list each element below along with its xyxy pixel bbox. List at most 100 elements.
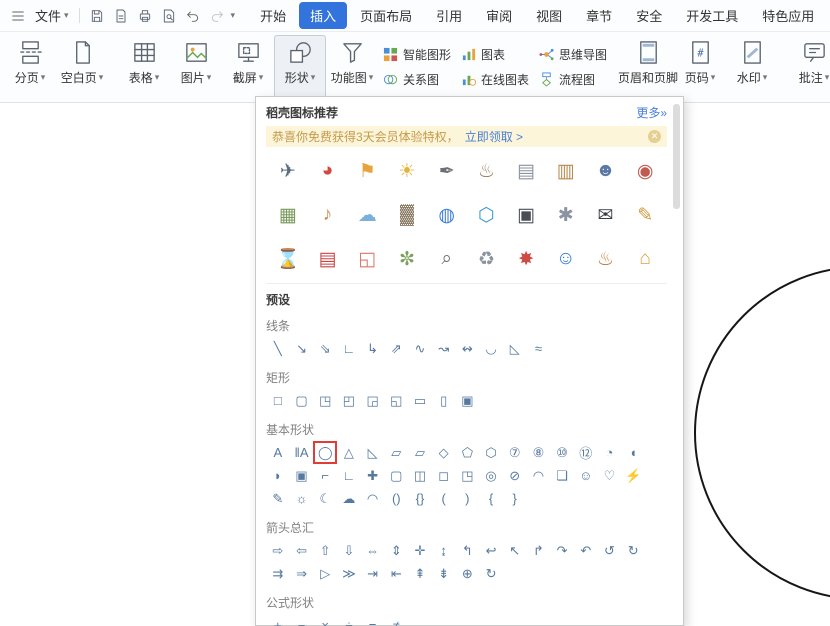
page-number-button[interactable]: #页码▾	[674, 35, 726, 99]
relationship-diagram-button[interactable]: 关系图	[383, 71, 451, 88]
comment-button[interactable]: 批注▾	[788, 35, 830, 99]
shape-multiply[interactable]: ×	[313, 614, 337, 626]
building-icon[interactable]: ▓	[387, 199, 427, 231]
panel-scrollbar[interactable]	[673, 100, 680, 622]
tab-review[interactable]: 审阅	[475, 2, 523, 29]
shape-round-diagonal-corner-rectangle[interactable]: ▣	[456, 389, 480, 412]
shape-lightning-bolt[interactable]: ⚡	[621, 464, 645, 487]
flower-icon[interactable]: ✼	[387, 243, 427, 275]
shape-cross[interactable]: ✚	[361, 464, 385, 487]
shape-curved-connector[interactable]: ∿	[408, 337, 432, 360]
hourglass-icon[interactable]: ⌛	[268, 243, 308, 275]
shape-down-arrow-callout[interactable]: ⇟	[432, 562, 456, 585]
shape-text-box[interactable]: A	[266, 441, 290, 464]
shape-decagon[interactable]: ⑩	[550, 441, 574, 464]
header-footer-button[interactable]: 页眉和页脚	[622, 35, 674, 99]
shape-octagon[interactable]: ⑧	[527, 441, 551, 464]
shape-left-arrow[interactable]: ⇦	[290, 539, 314, 562]
shape-elbow-arrow-connector[interactable]: ↳	[361, 337, 385, 360]
shape-arc[interactable]: ◠	[361, 487, 385, 510]
shape-curved-right-arrow[interactable]: ↷	[550, 539, 574, 562]
shape-bent-arrow[interactable]: ↰	[456, 539, 480, 562]
search-document-icon[interactable]: ⌕	[427, 243, 467, 275]
shape-minus[interactable]: −	[290, 614, 314, 626]
shape-bent-up-arrow[interactable]: ↱	[527, 539, 551, 562]
tab-section[interactable]: 章节	[575, 2, 623, 29]
shape-plaque[interactable]: ▢	[384, 464, 408, 487]
shape-up-arrow[interactable]: ⇧	[313, 539, 337, 562]
shape-chevron-arrow[interactable]: ≫	[337, 562, 361, 585]
shape-plus[interactable]: +	[266, 614, 290, 626]
shape-chord[interactable]: ◖	[621, 441, 645, 464]
shape-elbow-double-arrow-connector[interactable]: ⇗	[384, 337, 408, 360]
shape-no-symbol[interactable]: ⊘	[503, 464, 527, 487]
lamp-icon[interactable]: ✱	[546, 199, 586, 231]
banner-close-icon[interactable]: ✕	[648, 130, 661, 143]
tab-security[interactable]: 安全	[625, 2, 673, 29]
shape-curved-arrow-connector[interactable]: ↝	[432, 337, 456, 360]
mail-icon[interactable]: ✉	[586, 199, 626, 231]
shape-right-arrow-callout[interactable]: ⇥	[361, 562, 385, 585]
shape-bevel[interactable]: ◳	[456, 464, 480, 487]
bird-icon[interactable]: ♪	[308, 199, 348, 231]
chart-button[interactable]: 图表	[461, 46, 529, 63]
shape-not-equal[interactable]: ≠	[384, 614, 408, 626]
shape-arrow[interactable]: ↘	[290, 337, 314, 360]
shape-right-bracket[interactable]: )	[456, 487, 480, 510]
shape-snip-and-round-corner-rectangle[interactable]: ◱	[384, 389, 408, 412]
shape-trapezoid[interactable]: ▱	[408, 441, 432, 464]
memo-icon[interactable]: ✎	[625, 199, 665, 231]
crab-icon[interactable]: ✸	[506, 243, 546, 275]
pie-chart-icon[interactable]: ◕	[308, 155, 348, 187]
tab-home[interactable]: 开始	[249, 2, 297, 29]
shape-oval[interactable]: ◯	[313, 441, 337, 464]
shape-isosceles-triangle[interactable]: △	[337, 441, 361, 464]
shape-line[interactable]: ╲	[266, 337, 290, 360]
camera-icon[interactable]: ◉	[625, 155, 665, 187]
worker-icon[interactable]: ☺	[546, 243, 586, 275]
shape-left-arrow-callout[interactable]: ⇤	[384, 562, 408, 585]
weather-icon[interactable]: ☁	[347, 199, 387, 231]
shape-up-down-arrow[interactable]: ⇕	[384, 539, 408, 562]
clipboard-icon[interactable]: ▥	[546, 155, 586, 187]
online-chart-button[interactable]: 在线图表	[461, 71, 529, 88]
shape-heart[interactable]: ♡	[598, 464, 622, 487]
light-bulb-icon[interactable]: ☀	[387, 155, 427, 187]
shape-quad-arrow-callout[interactable]: ⊕	[456, 562, 480, 585]
globe-icon[interactable]: ◍	[427, 199, 467, 231]
shape-circular-arrow[interactable]: ↻	[479, 562, 503, 585]
shape-down-arrow[interactable]: ⇩	[337, 539, 361, 562]
tab-insert[interactable]: 插入	[299, 2, 347, 29]
oval-shape-on-canvas[interactable]	[694, 266, 830, 600]
flag-icon[interactable]: ⚑	[347, 155, 387, 187]
shape-right-brace[interactable]: }	[503, 487, 527, 510]
quick-access-caret-icon[interactable]: ▾	[231, 11, 236, 20]
shape-left-brace[interactable]: {	[479, 487, 503, 510]
shape-sun[interactable]: ☼	[290, 487, 314, 510]
screenshot-button[interactable]: 截屏▾	[222, 35, 274, 99]
shape-u-turn-arrow[interactable]: ↩	[479, 539, 503, 562]
tab-references[interactable]: 引用	[425, 2, 473, 29]
radio-icon[interactable]: ▦	[268, 199, 308, 231]
shape-moon[interactable]: ☾	[313, 487, 337, 510]
shape-left-right-up-arrow[interactable]: ↨	[432, 539, 456, 562]
tab-page-layout[interactable]: 页面布局	[349, 2, 423, 29]
shape-left-bracket[interactable]: (	[432, 487, 456, 510]
shape-rounded-rectangle[interactable]: ▢	[290, 389, 314, 412]
home-icon[interactable]: ⌂	[625, 243, 665, 275]
shape-quad-arrow[interactable]: ✛	[408, 539, 432, 562]
shape-pencil[interactable]: ✎	[266, 487, 290, 510]
shape-smiley-face[interactable]: ☺	[574, 464, 598, 487]
main-menu-button[interactable]	[6, 5, 30, 27]
shape-half-frame[interactable]: ⌐	[313, 464, 337, 487]
scrollbar-thumb[interactable]	[673, 104, 680, 209]
shape-rectangle[interactable]: □	[266, 389, 290, 412]
shape-snip-same-side-corner-rectangle[interactable]: ◰	[337, 389, 361, 412]
shape-curve[interactable]: ◡	[479, 337, 503, 360]
shape-cloud[interactable]: ☁	[337, 487, 361, 510]
contact-card-icon[interactable]: ▣	[506, 199, 546, 231]
flowchart-button[interactable]: 流程图	[539, 71, 607, 88]
claim-link[interactable]: 立即领取 >	[465, 128, 523, 145]
tab-view[interactable]: 视图	[525, 2, 573, 29]
tab-dev-tools[interactable]: 开发工具	[675, 2, 749, 29]
